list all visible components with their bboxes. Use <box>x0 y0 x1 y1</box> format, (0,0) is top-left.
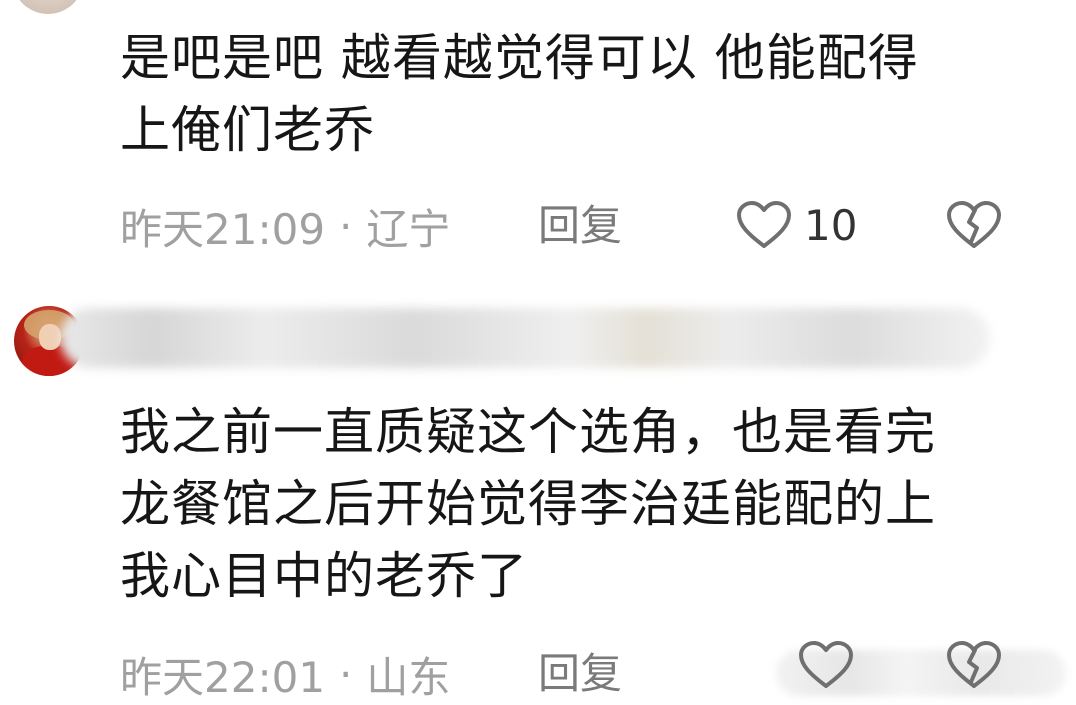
reply-button[interactable]: 回复 <box>538 196 622 256</box>
like-button[interactable] <box>798 640 854 694</box>
dislike-button[interactable] <box>946 200 1002 260</box>
heart-outline-icon <box>737 201 791 248</box>
broken-heart-icon <box>947 201 1001 248</box>
heart-outline-icon <box>799 641 853 688</box>
comment-line: 我之前一直质疑这个选角，也是看完 <box>120 403 936 461</box>
comment-meta: 昨天21:09 · 辽宁 回复 10 <box>120 196 1020 256</box>
meta-separator: · <box>339 201 353 251</box>
comment-line: 龙餐馆之后开始觉得李治廷能配的上 <box>120 475 936 533</box>
comment-line: 上俺们老乔 <box>120 101 375 159</box>
dislike-button[interactable] <box>946 640 1002 694</box>
comment-location: 山东 <box>366 652 451 702</box>
like-count: 10 <box>804 200 858 250</box>
comment-text: 是吧是吧 越看越觉得可以 他能配得 上俺们老乔 <box>120 22 919 166</box>
comment-time: 昨天22:01 <box>120 652 326 702</box>
reply-button[interactable]: 回复 <box>538 644 622 704</box>
comment-line: 我心目中的老乔了 <box>120 547 528 605</box>
comment-time: 昨天21:09 <box>120 204 326 254</box>
comment-location: 辽宁 <box>366 204 451 254</box>
like-button[interactable]: 10 <box>736 200 857 250</box>
meta-separator: · <box>339 649 353 699</box>
avatar-face <box>39 324 61 350</box>
avatar[interactable] <box>12 0 84 14</box>
broken-heart-icon <box>947 641 1001 688</box>
comment-text: 我之前一直质疑这个选角，也是看完 龙餐馆之后开始觉得李治廷能配的上 我心目中的老… <box>120 396 936 612</box>
blurred-username[interactable] <box>60 308 990 368</box>
comment-line: 是吧是吧 越看越觉得可以 他能配得 <box>120 29 919 87</box>
